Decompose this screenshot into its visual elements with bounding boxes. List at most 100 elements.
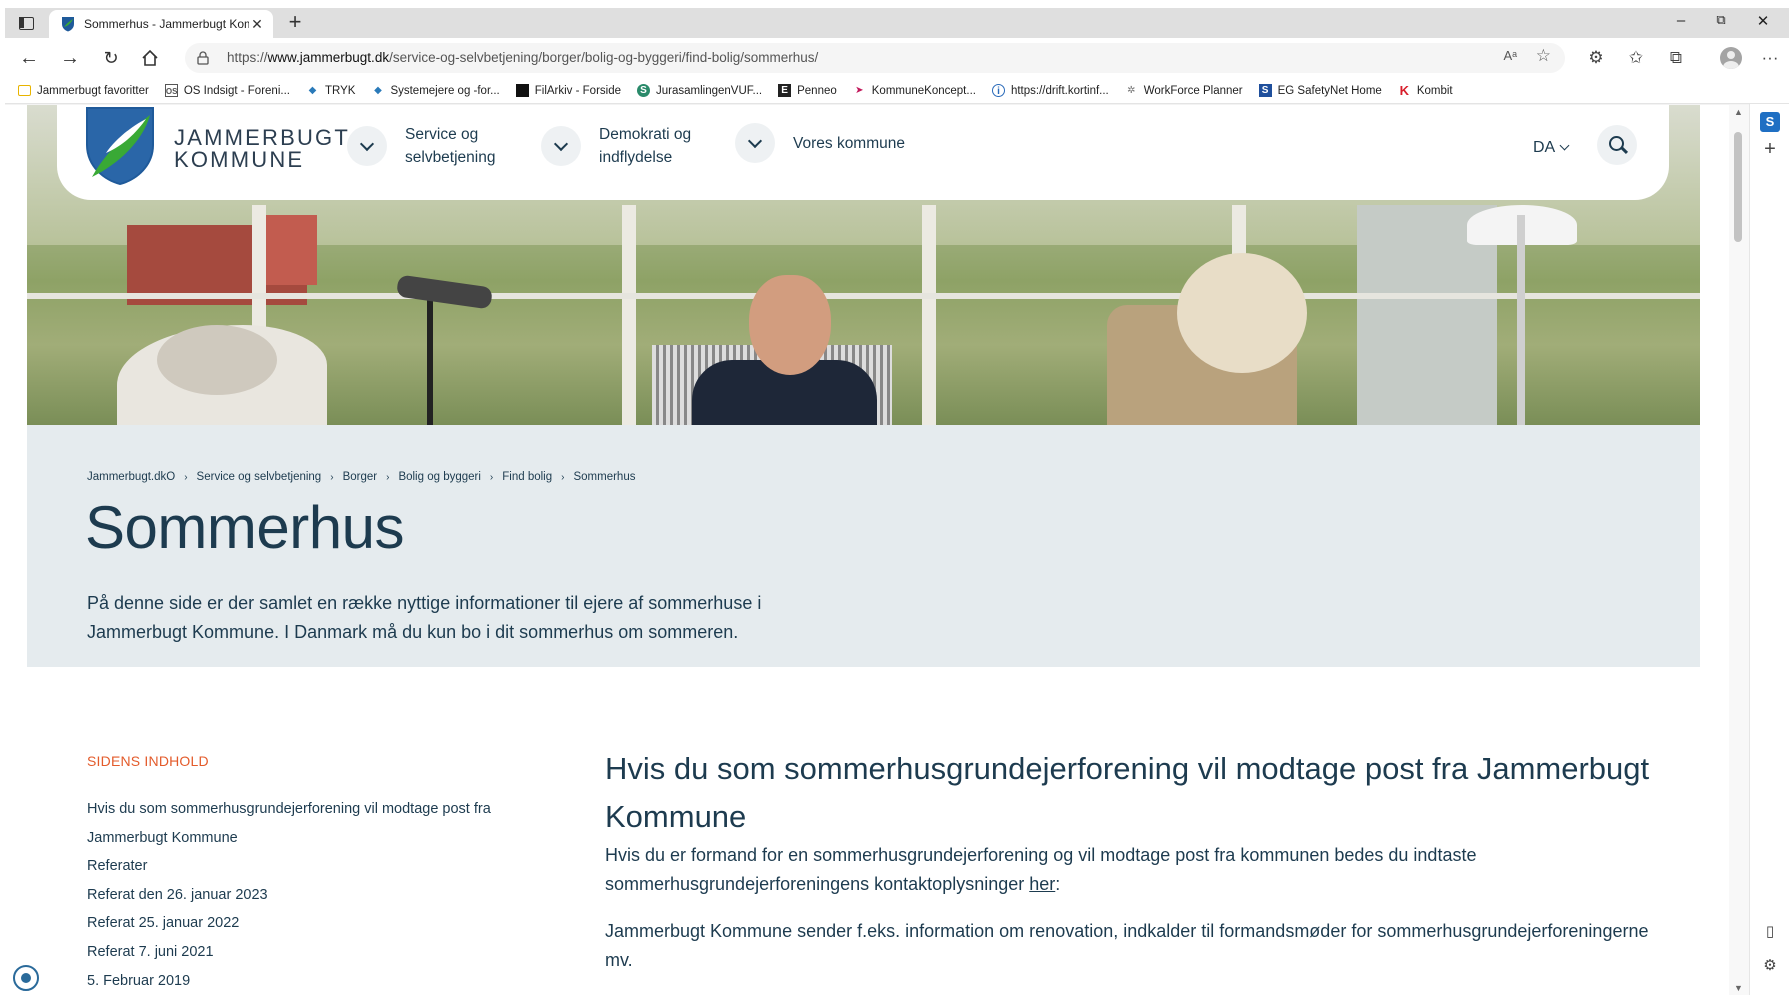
article-content: Hvis du som sommerhusgrundejerforening v… [605, 745, 1665, 975]
toc-link[interactable]: 5. Februar 2019 [87, 967, 507, 995]
close-window-icon[interactable]: ✕ [1753, 12, 1773, 30]
refresh-icon[interactable]: ↻ [99, 46, 123, 70]
chevron-right-icon: › [386, 471, 390, 483]
favorite-label: JurasamlingenVUF... [656, 84, 763, 97]
extensions-icon[interactable]: ⚙ [1585, 47, 1607, 69]
intro-section: Jammerbugt.dkO › Service og selvbetjening ›… [27, 425, 1700, 667]
shield-icon: ◆ [374, 85, 382, 96]
url-text[interactable]: https://www.jammerbugt.dk/service-og-sel… [227, 50, 818, 65]
tab-actions-icon[interactable] [15, 13, 37, 33]
toc-link[interactable]: Referat 7. juni 2021 [87, 938, 507, 967]
more-menu-icon[interactable]: ··· [1759, 47, 1781, 69]
article-paragraph: Hvis du er formand for en sommerhusgrund… [605, 845, 1477, 894]
favorite-item[interactable]: S JurasamlingenVUF... [637, 84, 762, 97]
favorite-item[interactable]: K Kombit [1398, 84, 1453, 97]
favorite-item[interactable]: S EG SafetyNet Home [1258, 84, 1382, 97]
sidebar-app-icon[interactable]: S [1760, 112, 1780, 132]
favorite-item[interactable]: i https://drift.kortinf... [991, 84, 1109, 97]
chevron-down-icon [1559, 140, 1570, 151]
breadcrumb-item[interactable]: Find bolig [502, 471, 552, 483]
folder-icon [18, 85, 31, 96]
globe-icon: i [991, 84, 1005, 97]
breadcrumb-item[interactable]: Bolig og byggeri [398, 471, 480, 483]
article-heading: Hvis du som sommerhusgrundejerforening v… [605, 751, 1650, 834]
toc-link[interactable]: Referater [87, 852, 507, 881]
shield-icon: ◆ [308, 85, 317, 96]
lock-icon[interactable] [197, 51, 209, 65]
add-favorite-icon[interactable]: ☆ [1536, 46, 1551, 66]
hide-sidebar-icon[interactable]: ▯ [1760, 922, 1780, 940]
minimize-icon[interactable]: – [1671, 12, 1691, 29]
toc-link[interactable]: Referat 25. januar 2022 [87, 909, 507, 938]
add-sidebar-app-icon[interactable]: + [1760, 138, 1780, 161]
favorite-item[interactable]: ◆ Systemejere og -for... [371, 84, 500, 97]
breadcrumb-item[interactable]: Borger [343, 471, 378, 483]
browser-tab[interactable]: Sommerhus - Jammerbugt Komm ✕ [49, 10, 273, 38]
web-page: JAMMERBUGT KOMMUNE Service og selvbetjen… [27, 105, 1700, 995]
chevron-down-icon[interactable] [347, 126, 387, 166]
toc-link[interactable]: Referat den 26. januar 2023 [87, 881, 507, 910]
favorite-label: FilArkiv - Forside [534, 84, 621, 97]
favorite-item[interactable]: ◆ TRYK [306, 84, 356, 97]
chevron-right-icon: › [330, 471, 334, 483]
favorite-item[interactable]: ✲ WorkForce Planner [1125, 84, 1243, 97]
page-scrollbar[interactable]: ▲ ▼ [1729, 105, 1749, 995]
sidebar-settings-icon[interactable]: ⚙ [1760, 956, 1780, 974]
favorite-label: KommuneKoncept... [871, 84, 976, 97]
cookie-settings-icon[interactable] [13, 965, 39, 991]
site-header: JAMMERBUGT KOMMUNE Service og selvbetjen… [57, 105, 1669, 200]
nav-service[interactable]: Service og selvbetjening [347, 123, 515, 169]
favorite-label: Kombit [1416, 84, 1453, 97]
breadcrumb-item[interactable]: Service og selvbetjening [197, 471, 322, 483]
address-bar[interactable]: https://www.jammerbugt.dk/service-og-sel… [185, 43, 1565, 73]
favorite-label: Penneo [797, 84, 837, 97]
nav-vores-kommune[interactable]: Vores kommune [735, 123, 933, 163]
edge-sidebar: S + ▯ ⚙ [1749, 104, 1789, 995]
collections-icon[interactable]: ⧉ [1665, 47, 1687, 69]
new-tab-icon[interactable]: + [283, 11, 307, 35]
home-icon[interactable] [138, 46, 162, 70]
scroll-up-icon[interactable]: ▲ [1734, 107, 1743, 117]
jammerbugt-logo-icon[interactable] [84, 105, 156, 187]
chevron-right-icon: › [561, 471, 565, 483]
page-title: Sommerhus [85, 494, 404, 561]
breadcrumb-item[interactable]: Jammerbugt.dkO [87, 471, 175, 483]
nav-demokrati[interactable]: Demokrati og indflydelse [541, 123, 709, 169]
page-viewport: JAMMERBUGT KOMMUNE Service og selvbetjen… [5, 105, 1729, 995]
scroll-down-icon[interactable]: ▼ [1734, 983, 1743, 993]
gear-icon: ✲ [1127, 85, 1136, 96]
favorite-label: OS Indsigt - Foreni... [183, 84, 290, 97]
toc-link[interactable]: Hvis du som sommerhusgrundejerforening v… [87, 795, 507, 852]
favorite-item[interactable]: E Penneo [778, 84, 837, 97]
favorite-label: EG SafetyNet Home [1277, 84, 1382, 97]
read-aloud-icon[interactable]: Aᵃ [1503, 48, 1517, 63]
jammerbugt-favicon-icon [62, 17, 74, 32]
close-tab-icon[interactable]: ✕ [249, 16, 265, 33]
contact-form-link[interactable]: her [1029, 874, 1055, 894]
favorite-item[interactable]: ➤ KommuneKoncept... [853, 84, 976, 97]
back-icon[interactable]: ← [17, 46, 41, 70]
chevron-down-icon[interactable] [541, 126, 581, 166]
s-icon: S [637, 84, 650, 97]
forward-icon[interactable]: → [58, 46, 82, 70]
chevron-right-icon: › [489, 471, 494, 483]
os-icon: OS [164, 84, 178, 97]
breadcrumb-item[interactable]: Sommerhus [573, 471, 635, 483]
favorite-item[interactable]: Jammerbugt favoritter [18, 85, 149, 97]
article-paragraph: Jammerbugt Kommune sender f.eks. informa… [605, 921, 1649, 970]
scrollbar-thumb[interactable] [1734, 132, 1742, 242]
restore-icon[interactable]: ⧉ [1711, 12, 1731, 28]
table-of-contents: Hvis du som sommerhusgrundejerforening v… [87, 795, 507, 995]
favorite-item[interactable]: FilArkiv - Forside [515, 84, 621, 97]
chevron-down-icon[interactable] [735, 123, 775, 163]
favorite-label: Systemejere og -for... [390, 84, 500, 97]
favorite-item[interactable]: OS OS Indsigt - Foreni... [164, 84, 290, 97]
favorite-label: https://drift.kortinf... [1010, 84, 1109, 97]
s-box-icon: S [1258, 84, 1272, 97]
search-icon[interactable] [1597, 125, 1637, 165]
language-selector[interactable]: DA [1533, 139, 1570, 157]
site-logo-text[interactable]: JAMMERBUGT KOMMUNE [174, 127, 350, 171]
favorites-icon[interactable]: ✩ [1625, 47, 1647, 69]
profile-avatar[interactable] [1720, 47, 1742, 69]
chevron-right-icon: › [184, 471, 188, 483]
